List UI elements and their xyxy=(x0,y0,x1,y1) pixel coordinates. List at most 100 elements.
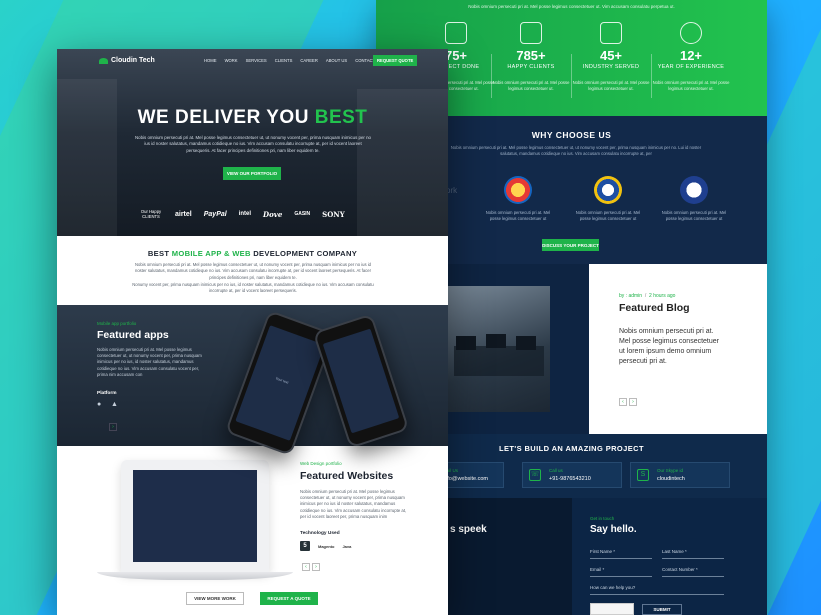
stat-number: 12+ xyxy=(679,48,703,63)
award-text: Nobis omnium persecuti pri at. Mel posse… xyxy=(575,210,641,221)
phone-screen-text: Your text xyxy=(274,376,290,385)
document-icon xyxy=(600,22,622,44)
award-badge-icon xyxy=(594,176,622,204)
nav-career[interactable]: CAREER xyxy=(300,58,317,63)
blog-author[interactable]: by : admin xyxy=(619,293,642,299)
section-subtitle: Nobis omnium persecuti pri at. Mel posse… xyxy=(450,145,702,156)
contact-phone[interactable]: ☏ Call us +91-9876543210 xyxy=(522,462,622,488)
hero-title-accent: BEST xyxy=(314,107,368,128)
section-tag: Mobile app portfolio xyxy=(97,321,137,326)
contact-skype[interactable]: S Our Skype id cloudintech xyxy=(630,462,730,488)
view-more-work-button[interactable]: VIEW MORE WORK xyxy=(186,592,244,605)
technology-label: Technology Used xyxy=(300,531,340,536)
blog-pager: ‹ › xyxy=(619,398,637,406)
stat-experience: 12+ YEAR OF EXPERIENCE Nobis omnium pers… xyxy=(646,22,736,91)
contact-value: cloudintech xyxy=(657,476,685,482)
nav-about[interactable]: ABOUT US xyxy=(326,58,347,63)
websites-pager: ‹ › xyxy=(302,563,320,571)
section-title: Featured apps xyxy=(97,329,169,341)
discuss-project-button[interactable]: DISCUSS YOUR PROJECT xyxy=(542,239,599,251)
apple-icon: ● xyxy=(97,401,102,408)
request-quote-button[interactable]: REQUEST A QUOTE xyxy=(260,592,318,605)
award-firms: Nobis omnium persecuti pri at. Mel posse… xyxy=(659,176,729,222)
technology-list: 5 Magento Java xyxy=(300,541,351,551)
intro-paragraph: Nobis omnium persecuti pri at. Mel posse… xyxy=(134,262,371,280)
laptop-screen xyxy=(133,470,257,562)
prev-arrow-icon[interactable]: ‹ xyxy=(302,563,310,571)
request-quote-nav-button[interactable]: REQUEST QUOTE xyxy=(373,55,418,66)
section-body: Nobis omnium persecuti pri at. Mel posse… xyxy=(300,489,407,519)
stat-desc: Nobis omnium persecuti pri at. Mel posse… xyxy=(652,80,730,91)
hero-lead: Nobis omnium persecuti pri at. Mel posse… xyxy=(135,135,371,153)
hero-title: WE DELIVER YOU BEST xyxy=(57,107,448,129)
next-arrow-icon[interactable]: › xyxy=(629,398,637,406)
logo[interactable]: Cloudin Tech xyxy=(99,57,155,64)
award-text: Nobis omnium persecuti pri at. Mel posse… xyxy=(661,210,727,221)
nav-home[interactable]: HOME xyxy=(204,58,217,63)
submit-button[interactable]: SUBMIT xyxy=(642,604,682,615)
laptop-mockup xyxy=(121,460,269,572)
nav-work[interactable]: WORK xyxy=(225,58,238,63)
last-name-field[interactable]: Last Name * xyxy=(662,549,724,559)
featured-websites-section: Web Design portfolio Featured Websites N… xyxy=(57,446,448,615)
next-arrow-icon[interactable]: › xyxy=(109,423,117,431)
client-logo-sony: SONY xyxy=(322,209,345,219)
contact-value: info@website.com xyxy=(443,476,489,482)
hero-title-main: WE DELIVER YOU xyxy=(137,107,315,128)
section-tag: Web Design portfolio xyxy=(300,461,342,466)
contact-value: +91-9876543210 xyxy=(549,476,591,482)
nav-clients[interactable]: CLIENTS xyxy=(275,58,293,63)
stat-clients: 785+ HAPPY CLIENTS Nobis omnium persecut… xyxy=(486,22,576,91)
main-nav: HOME WORK SERVICES CLIENTS CAREER ABOUT … xyxy=(204,55,418,66)
award-text: Nobis omnium persecuti pri at. Mel posse… xyxy=(485,210,551,221)
company-intro-section: BEST MOBILE APP & WEB DEVELOPMENT COMPAN… xyxy=(57,236,448,305)
nav-services[interactable]: SERVICES xyxy=(246,58,267,63)
client-logo-paypal: PayPal xyxy=(203,210,227,218)
page-mockup-left: Cloudin Tech HOME WORK SERVICES CLIENTS … xyxy=(57,49,448,615)
java-logo: Java xyxy=(342,543,352,549)
message-field[interactable]: How can we help you? xyxy=(590,585,724,595)
section-title: Featured Websites xyxy=(300,470,394,482)
next-arrow-icon[interactable]: › xyxy=(312,563,320,571)
blog-image xyxy=(446,286,550,412)
blog-body: Nobis omnium persecuti pri at. Mel posse… xyxy=(619,328,719,366)
captcha-box[interactable] xyxy=(590,603,634,615)
intro-paragraph: Nonumy vocent per, prima nusquam inimicu… xyxy=(132,282,374,294)
building-shape xyxy=(57,79,117,236)
award-top100: Nobis omnium persecuti pri at. Mel posse… xyxy=(483,176,553,222)
phone-icon: ☏ xyxy=(529,469,541,481)
form-title: Say hello. xyxy=(590,524,637,535)
medal-icon xyxy=(680,22,702,44)
stat-label: YEAR OF EXPERIENCE xyxy=(657,64,725,70)
blog-title[interactable]: Featured Blog xyxy=(619,302,690,314)
section-body: Nobis omnium persecuti pri at. Mel posse… xyxy=(97,347,202,377)
magento-logo: Magento xyxy=(318,543,335,549)
title-part: DEVELOPMENT COMPANY xyxy=(250,249,358,258)
clients-strip: Our Happy CLIENTS airtel PayPal intel Do… xyxy=(139,209,345,220)
stat-desc: Nobis omnium persecuti pri at. Mel posse… xyxy=(572,80,650,91)
email-field[interactable]: Email * xyxy=(590,567,652,577)
android-icon: ▲ xyxy=(111,401,118,408)
platform-label: Platform xyxy=(97,391,117,396)
hero-section: Cloudin Tech HOME WORK SERVICES CLIENTS … xyxy=(57,49,448,236)
form-tag: Get in touch xyxy=(590,516,615,521)
stats-intro: Nobis omnium persecuti pri at. Mel posse… xyxy=(468,4,675,9)
award-badge-icon xyxy=(504,176,532,204)
contact-form-section: Get in touch Say hello. First Name * Las… xyxy=(572,498,767,615)
stat-label: HAPPY CLIENTS xyxy=(507,64,555,70)
stat-industry: 45+ INDUSTRY SERVED Nobis omnium persecu… xyxy=(566,22,656,91)
client-logo-intel: intel xyxy=(238,211,252,218)
html5-icon: 5 xyxy=(300,541,310,551)
view-portfolio-button[interactable]: VIEW OUR PORTFOLIO xyxy=(223,167,281,180)
client-logo-airtel: airtel xyxy=(175,210,192,218)
first-name-field[interactable]: First Name * xyxy=(590,549,652,559)
cloud-logo-icon xyxy=(99,57,108,64)
speak-title: s speek xyxy=(450,524,487,535)
contact-label: Call us xyxy=(549,468,563,473)
client-logo-gasin: GASIN xyxy=(294,211,311,218)
skype-icon: S xyxy=(637,469,649,481)
chat-icon xyxy=(520,22,542,44)
blog-meta: by : admin / 2 hours ago xyxy=(619,293,676,299)
contact-number-field[interactable]: Contact Number * xyxy=(662,567,724,577)
prev-arrow-icon[interactable]: ‹ xyxy=(619,398,627,406)
